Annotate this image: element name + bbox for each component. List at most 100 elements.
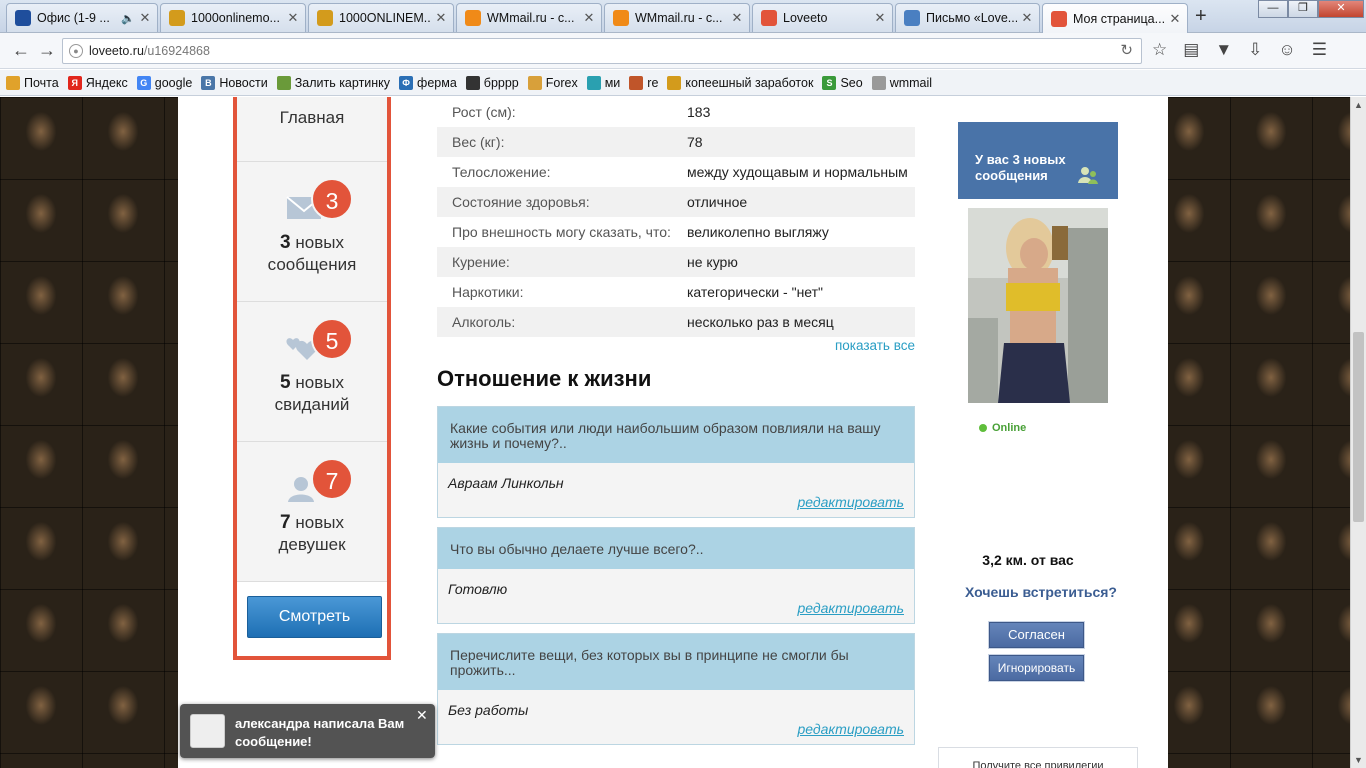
new-messages-notice[interactable]: У вас 3 новых сообщения — [958, 122, 1118, 199]
address-bar[interactable]: ● loveeto.ru/u16924868 ↻ — [62, 38, 1142, 64]
bookmark-item[interactable]: Фферма — [399, 75, 457, 90]
url-host: loveeto.ru — [89, 44, 144, 58]
browser-tab[interactable]: Офис (1-9 ... 🔈 ✕ — [6, 3, 158, 32]
new-messages-block[interactable]: 3 3 новых сообщения — [237, 162, 387, 302]
speaker-icon[interactable]: 🔈 — [121, 12, 135, 25]
bookmark-item[interactable]: ми — [586, 75, 621, 90]
ignore-button[interactable]: Игнорировать — [989, 655, 1084, 681]
scroll-up-icon[interactable]: ▲ — [1354, 100, 1363, 110]
close-tab-icon[interactable]: ✕ — [731, 10, 743, 26]
home-link[interactable]: Главная — [237, 97, 387, 162]
new-tab-button[interactable]: + — [1195, 6, 1207, 26]
close-tab-icon[interactable]: ✕ — [435, 10, 447, 26]
bookmark-item[interactable]: Залить картинку — [276, 75, 390, 90]
profile-field-label: Алкоголь: — [452, 314, 516, 330]
close-tab-icon[interactable]: ✕ — [583, 10, 595, 26]
page-scrollbar[interactable]: ▲ ▼ — [1350, 97, 1366, 768]
bookmark-label: ми — [604, 75, 621, 90]
office-icon — [15, 10, 31, 26]
smiley-icon[interactable]: ☺ — [1278, 41, 1295, 59]
bookmark-item[interactable]: Я Яндекс — [67, 75, 128, 90]
qa-answer: Авраам Линкольн — [448, 475, 564, 491]
close-window-button[interactable]: ✕ — [1318, 0, 1364, 18]
close-notification-icon[interactable]: ✕ — [416, 707, 428, 724]
browser-tab[interactable]: Loveeto ✕ — [752, 3, 893, 32]
browser-tab[interactable]: Письмо «Love... ✕ — [895, 3, 1040, 32]
minimize-button[interactable]: — — [1258, 0, 1288, 18]
loveeto-icon — [1051, 10, 1067, 27]
window-controls: — ❐ ✕ — [1258, 0, 1364, 18]
tab-strip: + — ❐ ✕ Офис (1-9 ... 🔈 ✕ 1000onlinemo... ✕ 1… — [0, 0, 1366, 33]
back-arrow-icon[interactable]: ← — [12, 41, 30, 59]
toolbar-icons: ☆ ▤ ▼ ⇩ ☺ ☰ — [1152, 41, 1327, 59]
close-tab-icon[interactable]: ✕ — [287, 10, 299, 26]
bookmark-item[interactable]: Forex — [527, 75, 578, 90]
bookmark-item[interactable]: В Новости — [201, 75, 268, 90]
bookmark-label: Новости — [219, 75, 268, 90]
scrollbar-thumb[interactable] — [1353, 332, 1364, 522]
pocket-icon[interactable]: ▼ — [1215, 41, 1232, 59]
download-icon[interactable]: ⇩ — [1248, 41, 1262, 59]
new-girls-block[interactable]: 7 7 новых девушек — [237, 442, 387, 582]
qa-item: Какие события или люди наибольшим образо… — [437, 406, 915, 518]
bookmark-item[interactable]: re — [629, 75, 658, 90]
qa-answer: Без работы — [448, 702, 529, 718]
bookmark-star-icon[interactable]: ☆ — [1152, 41, 1167, 59]
scroll-down-icon[interactable]: ▼ — [1354, 755, 1363, 765]
show-all-link[interactable]: показать все — [437, 338, 915, 356]
bookmark-item[interactable]: Ggoogle — [136, 75, 192, 90]
profile-row: Вес (кг): 78 — [437, 127, 915, 157]
dates-text: 5 новых свиданий — [274, 372, 350, 414]
browser-tab[interactable]: 1000ONLINEM... ✕ — [308, 3, 454, 32]
browser-tab[interactable]: Моя страница... ✕ — [1042, 3, 1188, 33]
privileges-box[interactable]: Получите все привилегии — [938, 747, 1138, 768]
browser-tab[interactable]: WMmail.ru - с... ✕ — [604, 3, 750, 32]
edit-link[interactable]: редактировать — [448, 600, 904, 616]
forward-arrow-icon[interactable]: → — [38, 41, 56, 59]
vk-icon: В — [201, 75, 216, 90]
qa-answer-block: Без работы редактировать — [438, 690, 914, 744]
qa-item: Перечислите вещи, без которых вы в принц… — [437, 633, 915, 745]
browser-tab[interactable]: 1000onlinemo... ✕ — [160, 3, 306, 32]
bookmark-item[interactable]: копеешный заработок — [667, 75, 813, 90]
profile-field-value: 183 — [687, 104, 711, 120]
qa-question: Какие события или люди наибольшим образо… — [438, 407, 914, 463]
bookmark-item[interactable]: wmmail — [871, 75, 933, 90]
view-button[interactable]: Смотреть — [247, 596, 382, 638]
bookmark-item[interactable]: S Seo — [822, 75, 863, 90]
restore-button[interactable]: ❐ — [1288, 0, 1318, 18]
profile-row: Телосложение: между худощавым и нормальны… — [437, 157, 915, 187]
bookmark-item[interactable]: Почта — [6, 75, 59, 90]
close-tab-icon[interactable]: ✕ — [139, 10, 151, 26]
edit-link[interactable]: редактировать — [448, 494, 904, 510]
bookmark-label: ферма — [417, 75, 457, 90]
new-messages-text: У вас 3 новых сообщения — [975, 152, 1066, 183]
close-tab-icon[interactable]: ✕ — [1021, 10, 1033, 26]
qa-answer-block: Готовлю редактировать — [438, 569, 914, 623]
bookmark-item[interactable]: брррр — [465, 75, 519, 90]
new-dates-block[interactable]: 5 5 новых свиданий — [237, 302, 387, 442]
online-status: Online — [979, 422, 1026, 434]
profile-field-label: Наркотики: — [452, 284, 524, 300]
menu-icon[interactable]: ☰ — [1312, 41, 1327, 59]
profile-field-value: несколько раз в месяц — [687, 314, 834, 330]
qa-question: Что вы обычно делаете лучше всего?.. — [438, 528, 914, 569]
edit-link[interactable]: редактировать — [448, 721, 904, 737]
message-notification-toast[interactable]: александра написала Вам сообщение! ✕ — [180, 704, 435, 758]
reload-icon[interactable]: ↻ — [1120, 39, 1133, 63]
distance-label: 3,2 км. от вас — [982, 552, 1074, 568]
close-tab-icon[interactable]: ✕ — [874, 10, 886, 26]
clapper-icon — [465, 75, 480, 90]
browser-tab[interactable]: WMmail.ru - с... ✕ — [456, 3, 602, 32]
profile-photo[interactable] — [968, 208, 1108, 403]
reading-list-icon[interactable]: ▤ — [1183, 41, 1199, 59]
profile-field-value: не курю — [687, 254, 738, 270]
online-dot-icon — [979, 424, 987, 432]
tab-title: WMmail.ru - с... — [635, 11, 723, 25]
bookmark-label: wmmail — [889, 75, 933, 90]
close-tab-icon[interactable]: ✕ — [1169, 11, 1181, 27]
coin-icon — [317, 10, 333, 26]
tab-title: 1000ONLINEM... — [339, 11, 431, 25]
seo-icon: S — [822, 75, 837, 90]
agree-button[interactable]: Согласен — [989, 622, 1084, 648]
